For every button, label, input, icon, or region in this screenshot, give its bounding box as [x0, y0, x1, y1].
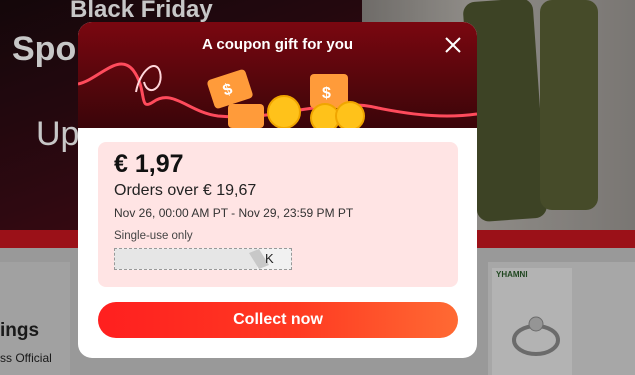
svg-text:$: $	[322, 85, 331, 102]
modal-header: $ $ A coupon gift for you	[78, 22, 477, 128]
coupon-modal: $ $ A coupon gift for you € 1,97 Orders …	[78, 22, 477, 358]
coupon-code-suffix: K	[265, 251, 274, 266]
collect-now-button[interactable]: Collect now	[98, 302, 458, 338]
close-button[interactable]	[438, 30, 468, 60]
coin-icon	[335, 101, 365, 128]
close-icon	[445, 37, 461, 53]
coupon-code-mask	[115, 249, 257, 269]
coin-icon	[310, 103, 340, 128]
ticket-icon: $	[207, 69, 253, 109]
coupon-validity: Nov 26, 00:00 AM PT - Nov 29, 23:59 PM P…	[114, 206, 354, 220]
coupon-min-order: Orders over € 19,67	[114, 182, 257, 199]
coin-icon	[267, 95, 301, 128]
ticket-icon: $	[310, 74, 348, 108]
coupon-amount: € 1,97	[114, 150, 184, 178]
coupon-code-box[interactable]: K	[114, 248, 292, 270]
coupon-usage: Single-use only	[114, 230, 193, 242]
modal-title: A coupon gift for you	[201, 36, 354, 53]
coupon-card: € 1,97 Orders over € 19,67 Nov 26, 00:00…	[98, 142, 458, 287]
